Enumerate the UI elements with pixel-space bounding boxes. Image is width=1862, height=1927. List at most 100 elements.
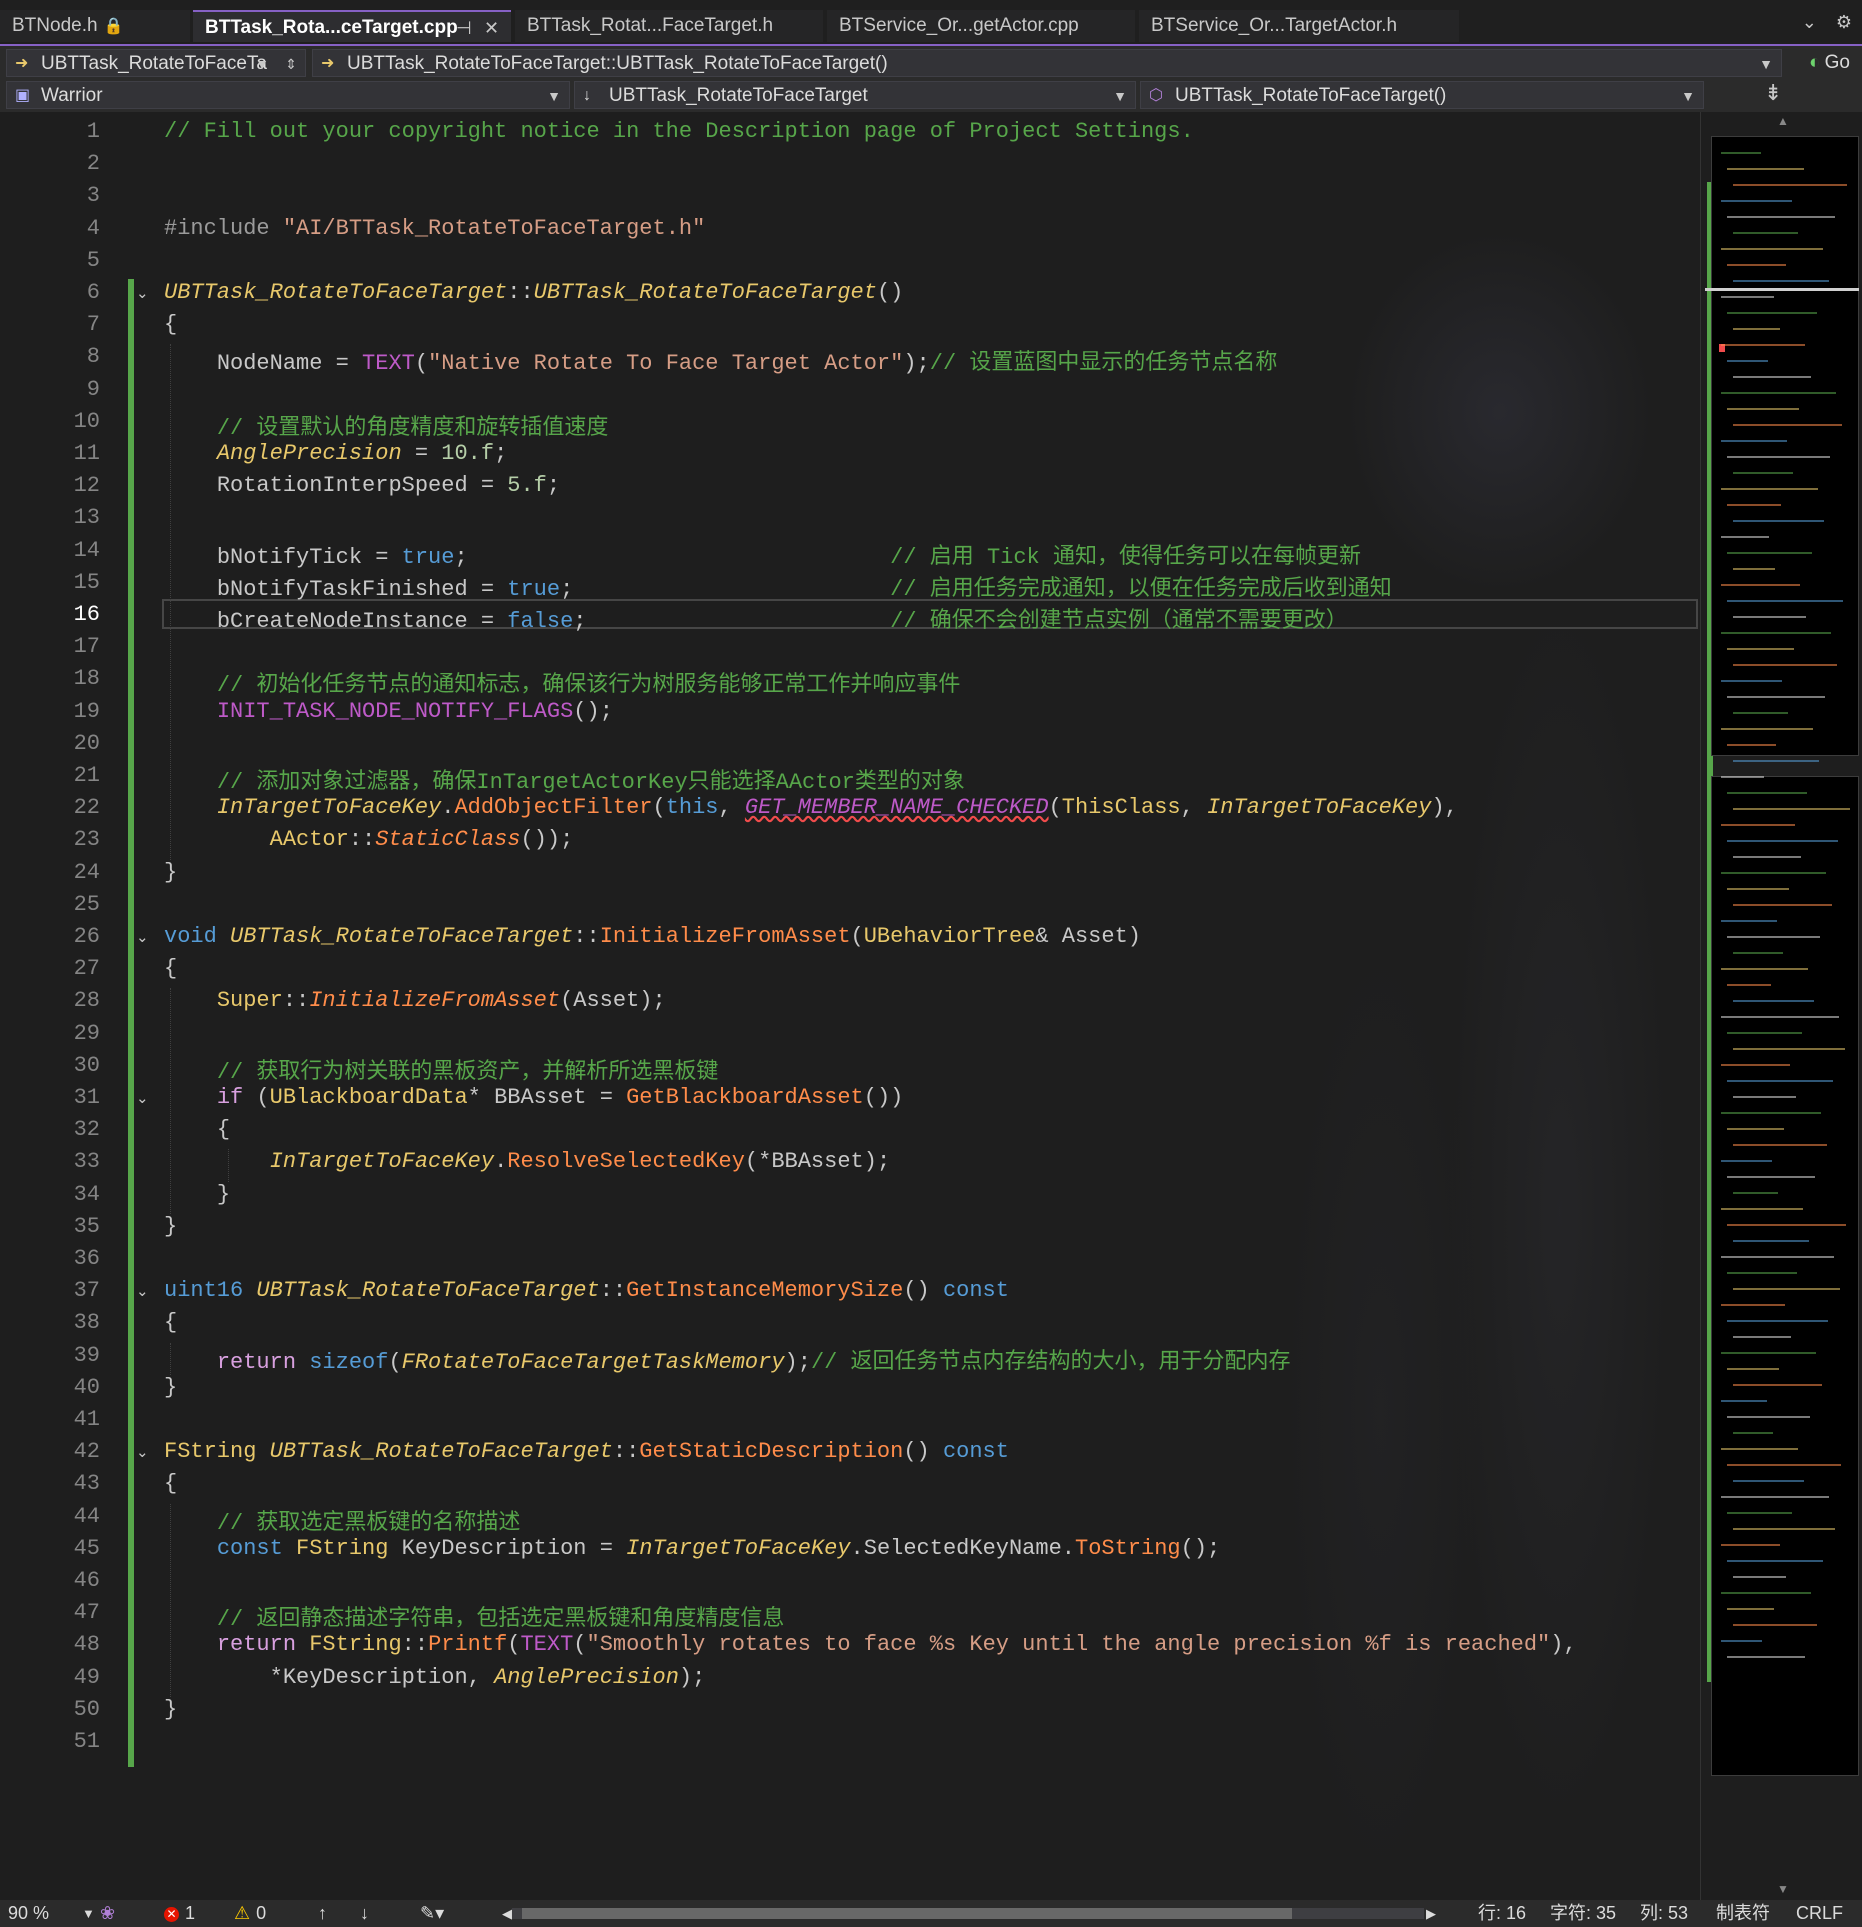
minimap-stroke	[1721, 440, 1787, 442]
tab-label: BTService_Or...getActor.cpp	[839, 15, 1079, 36]
minimap-stroke	[1721, 824, 1795, 826]
indent-guide	[170, 344, 171, 860]
minimap-stroke	[1721, 1352, 1816, 1354]
minimap-stroke	[1721, 296, 1774, 298]
tab-bttask-rotatetofacetarget-cpp[interactable]: BTTask_Rota...ceTarget.cpp ⊣ ✕	[193, 10, 511, 42]
split-handle-icon: ⇕	[285, 56, 297, 72]
minimap-stroke	[1733, 808, 1850, 810]
minimap-stroke	[1721, 1016, 1839, 1018]
next-issue-icon[interactable]: ↓	[360, 1900, 369, 1927]
minimap-stroke	[1727, 1320, 1828, 1322]
scroll-down-icon[interactable]: ▼	[1777, 1882, 1789, 1896]
fold-toggle-icon[interactable]: ⌄	[136, 284, 149, 302]
cursor-char[interactable]: 字符: 35	[1550, 1900, 1616, 1927]
gear-icon[interactable]: ⚙	[1836, 12, 1852, 32]
line-number: 15	[73, 569, 100, 595]
zoom-level[interactable]: 90 %	[8, 1900, 49, 1927]
line-number: 36	[73, 1246, 100, 1271]
minimap-stroke	[1727, 1464, 1841, 1466]
fold-toggle-icon[interactable]: ⌄	[136, 1443, 149, 1461]
minimap-stroke	[1733, 424, 1842, 426]
line-number: 40	[73, 1374, 100, 1400]
line-number: 22	[73, 795, 100, 821]
minimap-stroke	[1721, 1496, 1829, 1498]
scroll-up-icon[interactable]: ▲	[1777, 114, 1789, 128]
minimap-stroke	[1733, 664, 1837, 666]
minimap-stroke	[1733, 1144, 1827, 1146]
go-label: Go	[1824, 52, 1850, 73]
warning-count[interactable]: ⚠ 0	[234, 1900, 266, 1927]
minimap-stroke	[1721, 1256, 1834, 1258]
tab-bttask-rotatetofacetarget-h[interactable]: BTTask_Rotat...FaceTarget.h	[515, 10, 823, 42]
chevron-down-icon[interactable]: ▼	[82, 1900, 95, 1927]
minimap-stroke	[1721, 1544, 1780, 1546]
member-dropdown[interactable]: ➜ UBTTask_RotateToFaceTarget::UBTTask_Ro…	[312, 49, 1782, 77]
minimap-stroke	[1733, 280, 1829, 282]
horizontal-scroll-thumb[interactable]	[522, 1908, 1292, 1919]
previous-issue-icon[interactable]: ↑	[318, 1900, 327, 1927]
scope-dropdown[interactable]: ➜ UBTTask_RotateToFaceTa ▼ ⇕	[6, 49, 306, 77]
line-number: 6	[86, 280, 100, 305]
line-number: 33	[73, 1149, 100, 1175]
minimap-stroke	[1721, 1160, 1772, 1162]
minimap-stroke	[1733, 520, 1824, 522]
minimap-stroke	[1727, 600, 1843, 602]
minimap-stroke	[1721, 200, 1792, 202]
navigation-bar-top: ➜ UBTTask_RotateToFaceTa ▼ ⇕ ➜ UBTTask_R…	[0, 46, 1862, 80]
intellicode-icon[interactable]: ❀	[100, 1900, 115, 1927]
function-dropdown[interactable]: ⬡ UBTTask_RotateToFaceTarget() ▼	[1140, 81, 1704, 109]
cursor-line[interactable]: 行: 16	[1478, 1900, 1526, 1927]
minimap-stroke	[1721, 680, 1782, 682]
cursor-column[interactable]: 列: 53	[1640, 1900, 1688, 1927]
line-number: 44	[73, 1503, 100, 1529]
go-button[interactable]: ◐ Go	[1809, 49, 1850, 77]
tab-label: BTNode.h	[12, 15, 98, 36]
code-line: // Fill out your copyright notice in the…	[164, 119, 1194, 144]
scroll-left-icon[interactable]: ◀	[502, 1900, 512, 1927]
fold-toggle-icon[interactable]: ⌄	[136, 1089, 149, 1107]
fold-toggle-icon[interactable]: ⌄	[136, 1282, 149, 1300]
minimap-stroke	[1721, 728, 1813, 730]
pin-icon[interactable]: ⊣	[456, 12, 472, 42]
code-line: return FString::Printf(TEXT("Smoothly ro…	[216, 1632, 1577, 1658]
code-editor[interactable]: 1 2 3 4 5 6 ⌄ 7 8 9 10 11 12 13 14 15 16 17 18 19 20 21 22 23 24…	[0, 112, 1700, 1900]
scroll-right-icon[interactable]: ▶	[1426, 1900, 1436, 1927]
split-editor-icon[interactable]: ⇟	[1764, 80, 1782, 106]
tab-btservice-targetactor-h[interactable]: BTService_Or...TargetActor.h	[1139, 10, 1459, 42]
code-line: }	[216, 1181, 231, 1207]
project-icon: ▣	[15, 87, 31, 104]
code-cleanup-icon[interactable]: ✎▾	[420, 1900, 444, 1927]
tab-overflow-icon[interactable]: ⌄	[1802, 12, 1817, 32]
line-number: 27	[73, 956, 100, 982]
code-line: UBTTask_RotateToFaceTarget::UBTTask_Rota…	[164, 280, 904, 305]
fold-toggle-icon[interactable]: ⌄	[136, 928, 149, 946]
warning-icon: ⚠	[234, 1903, 251, 1923]
lock-icon: 🔒	[103, 18, 124, 35]
minimap-stroke	[1733, 856, 1801, 858]
line-number: 48	[73, 1632, 100, 1658]
tab-label: BTTask_Rota...ceTarget.cpp	[205, 17, 458, 38]
function-dropdown-value: UBTTask_RotateToFaceTarget()	[1175, 85, 1447, 106]
go-icon: ◐	[1809, 52, 1821, 73]
line-number: 14	[73, 537, 100, 563]
close-tab-icon[interactable]: ✕	[484, 12, 499, 42]
minimap-stroke	[1721, 872, 1826, 874]
line-number: 32	[73, 1117, 100, 1143]
tab-label: BTService_Or...TargetActor.h	[1151, 15, 1398, 36]
minimap-scrollbar[interactable]: ▲ ▼	[1700, 112, 1862, 1900]
project-dropdown[interactable]: ▣ Warrior ▼	[6, 81, 570, 109]
tab-btnode-h[interactable]: BTNode.h 🔒	[0, 10, 190, 42]
line-ending[interactable]: CRLF	[1796, 1900, 1843, 1927]
minimap-stroke	[1727, 216, 1835, 218]
minimap-stroke	[1733, 184, 1847, 186]
class-dropdown[interactable]: ↓ UBTTask_RotateToFaceTarget ▼	[574, 81, 1136, 109]
error-count[interactable]: ✕ 1	[164, 1900, 195, 1927]
code-line: // 返回静态描述字符串，包括选定黑板键和角度精度信息	[216, 1607, 785, 1633]
code-line: InTargetToFaceKey.ResolveSelectedKey(*BB…	[269, 1149, 891, 1175]
horizontal-scrollbar[interactable]	[512, 1908, 1424, 1919]
code-line: {	[164, 312, 178, 338]
minimap-viewport-indicator[interactable]	[1705, 288, 1859, 291]
line-number: 38	[73, 1310, 100, 1336]
tab-btservice-getactor-cpp[interactable]: BTService_Or...getActor.cpp	[827, 10, 1135, 42]
indent-mode[interactable]: 制表符	[1716, 1900, 1770, 1927]
